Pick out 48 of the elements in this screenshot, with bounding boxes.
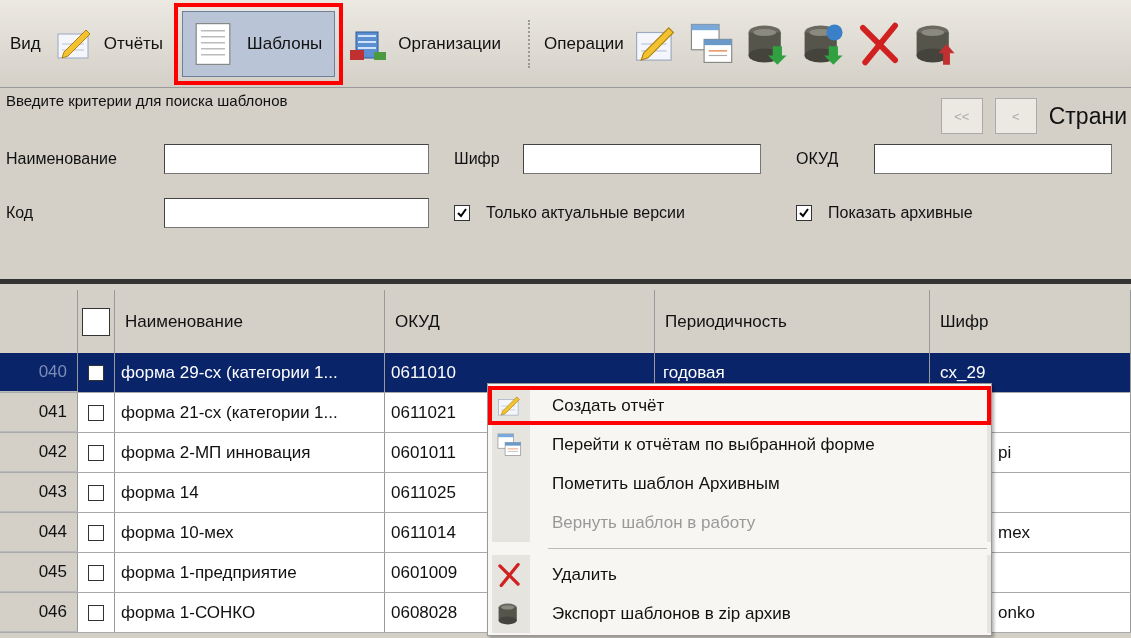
field-label: Шифр: [454, 150, 501, 168]
operations-label: Операции: [544, 33, 624, 54]
view-label: Вид: [10, 33, 41, 54]
field-label: ОКУД: [796, 150, 840, 168]
input-field[interactable]: [874, 144, 1112, 174]
table-cell: форма 14: [115, 473, 385, 512]
input-field[interactable]: [164, 198, 429, 228]
table-cell: mex: [998, 522, 1031, 543]
table-cell: cx_29: [940, 362, 986, 383]
page-label: Страни: [1048, 102, 1127, 130]
field-label: Наименование: [6, 150, 118, 168]
table-cell: форма 1-предприятие: [115, 553, 385, 592]
row-number: 044: [0, 513, 78, 552]
row-checkbox[interactable]: [88, 404, 104, 421]
input-field[interactable]: [164, 144, 429, 174]
nav-button[interactable]: Отчёты: [46, 19, 177, 68]
delete-icon: [496, 561, 522, 588]
table-cell: форма 21-сх (категории 1...: [115, 393, 385, 432]
table-cell: onko: [998, 602, 1035, 623]
field-label: Код: [6, 204, 35, 222]
checkbox-label: Показать архивные: [828, 204, 973, 222]
table-cell: форма 29-сх (категории 1...: [115, 353, 385, 392]
menu-item[interactable]: Создать отчёт: [488, 386, 991, 425]
checkbox[interactable]: [796, 205, 812, 221]
table-cell: форма 2-МП инновация: [115, 433, 385, 472]
row-number: 045: [0, 553, 78, 592]
nav-button[interactable]: Организации: [341, 19, 515, 68]
row-number: 043: [0, 473, 78, 512]
row-checkbox[interactable]: [88, 604, 104, 621]
table-cell: форма 1-СОНКО: [115, 593, 385, 632]
input-field[interactable]: [523, 144, 761, 174]
row-checkbox[interactable]: [88, 444, 104, 461]
row-number: 046: [0, 593, 78, 632]
row-number: 041: [0, 393, 78, 432]
table-cell: годовая: [663, 362, 725, 383]
select-all-checkbox[interactable]: [82, 307, 110, 336]
search-title: Введите критерии для поиска шаблонов: [6, 92, 288, 109]
row-checkbox[interactable]: [88, 564, 104, 581]
row-number: 040: [0, 353, 78, 392]
table-cell: pi: [998, 442, 1012, 463]
row-checkbox[interactable]: [88, 364, 104, 381]
row-number: 042: [0, 433, 78, 472]
table-icon: [496, 431, 522, 458]
row-checkbox[interactable]: [88, 524, 104, 541]
row-checkbox[interactable]: [88, 484, 104, 501]
table-cell: форма 10-мех: [115, 513, 385, 552]
checkbox-label: Только актуальные версии: [486, 204, 685, 222]
checkbox[interactable]: [454, 205, 470, 221]
